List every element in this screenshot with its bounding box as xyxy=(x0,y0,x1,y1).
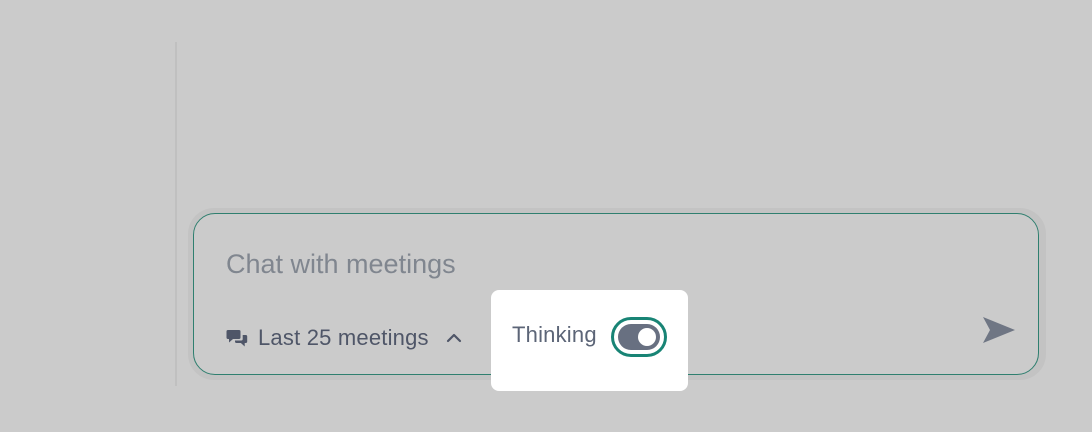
meetings-scope-label: Last 25 meetings xyxy=(258,325,429,350)
chevron-up-icon xyxy=(445,329,463,347)
thinking-label: Thinking xyxy=(512,322,597,347)
toggle-knob xyxy=(638,328,656,346)
app-stage: Last 25 meetings Thinking xyxy=(0,0,1092,432)
panel-divider xyxy=(175,42,177,386)
send-button[interactable] xyxy=(980,313,1018,351)
send-icon xyxy=(981,315,1017,350)
chat-bubbles-icon xyxy=(226,327,248,349)
thinking-toggle[interactable] xyxy=(611,317,667,357)
chat-input[interactable] xyxy=(226,244,926,284)
toggle-track xyxy=(618,324,660,350)
meetings-scope-selector[interactable]: Last 25 meetings xyxy=(226,321,463,355)
